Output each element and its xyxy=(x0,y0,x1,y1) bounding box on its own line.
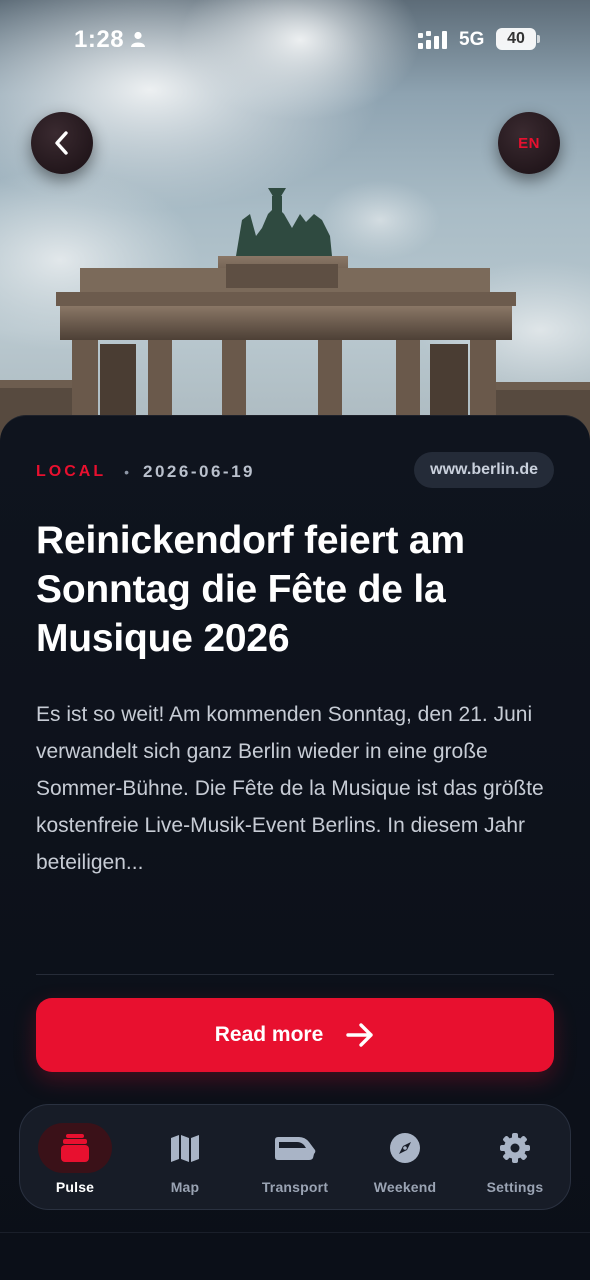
meta-separator: • xyxy=(124,464,130,480)
tab-settings-icon-wrap xyxy=(478,1123,552,1173)
map-icon xyxy=(171,1135,199,1162)
network-type: 5G xyxy=(459,29,485,50)
battery-tip xyxy=(537,35,540,43)
arrow-right-icon xyxy=(346,1023,373,1047)
person-icon xyxy=(130,31,146,52)
tab-pulse-highlight xyxy=(38,1123,112,1173)
tab-pulse-label: Pulse xyxy=(55,1179,95,1195)
train-icon xyxy=(275,1137,316,1160)
tab-transport-icon-wrap xyxy=(258,1123,332,1173)
source-badge[interactable]: www.berlin.de xyxy=(414,452,554,488)
pulse-icon xyxy=(61,1134,89,1162)
bottom-edge xyxy=(0,1232,590,1233)
tab-transport-label: Transport xyxy=(261,1179,329,1195)
cellular-signal-icon xyxy=(418,30,450,55)
article-date: 2026-06-19 xyxy=(143,462,255,481)
back-button[interactable] xyxy=(31,112,93,174)
read-more-button[interactable]: Read more xyxy=(36,998,554,1072)
tab-weekend-label: Weekend xyxy=(373,1179,437,1195)
tab-map[interactable]: Map xyxy=(130,1105,240,1209)
language-label: EN xyxy=(518,134,540,152)
tab-weekend-icon-wrap xyxy=(368,1123,442,1173)
chevron-left-icon xyxy=(55,131,68,155)
tab-weekend[interactable]: Weekend xyxy=(350,1105,460,1209)
article-meta: LOCAL • 2026-06-19 xyxy=(36,460,255,484)
read-more-label: Read more xyxy=(214,1023,324,1046)
article-excerpt: Es ist so weit! Am kommenden Sonntag, de… xyxy=(36,703,544,874)
tab-map-label: Map xyxy=(170,1179,200,1195)
tab-pulse[interactable]: Pulse xyxy=(20,1105,130,1209)
status-time: 1:28 xyxy=(74,26,125,53)
battery-icon: 40 xyxy=(496,28,536,50)
tab-map-icon-wrap xyxy=(148,1123,222,1173)
tab-settings[interactable]: Settings xyxy=(460,1105,570,1209)
divider xyxy=(36,974,554,975)
article-title: Reinickendorf feiert am Sonntag die Fête… xyxy=(36,519,465,660)
category-label: LOCAL xyxy=(36,463,107,480)
compass-icon xyxy=(390,1133,420,1163)
gear-icon xyxy=(500,1133,530,1163)
tab-settings-label: Settings xyxy=(486,1179,544,1195)
status-bar: 1:28 5G 40 xyxy=(0,0,590,80)
language-button[interactable]: EN xyxy=(498,112,560,174)
tab-transport[interactable]: Transport xyxy=(240,1105,350,1209)
bottom-tab-bar: Pulse Map Transport Weekend Settings xyxy=(19,1104,571,1210)
